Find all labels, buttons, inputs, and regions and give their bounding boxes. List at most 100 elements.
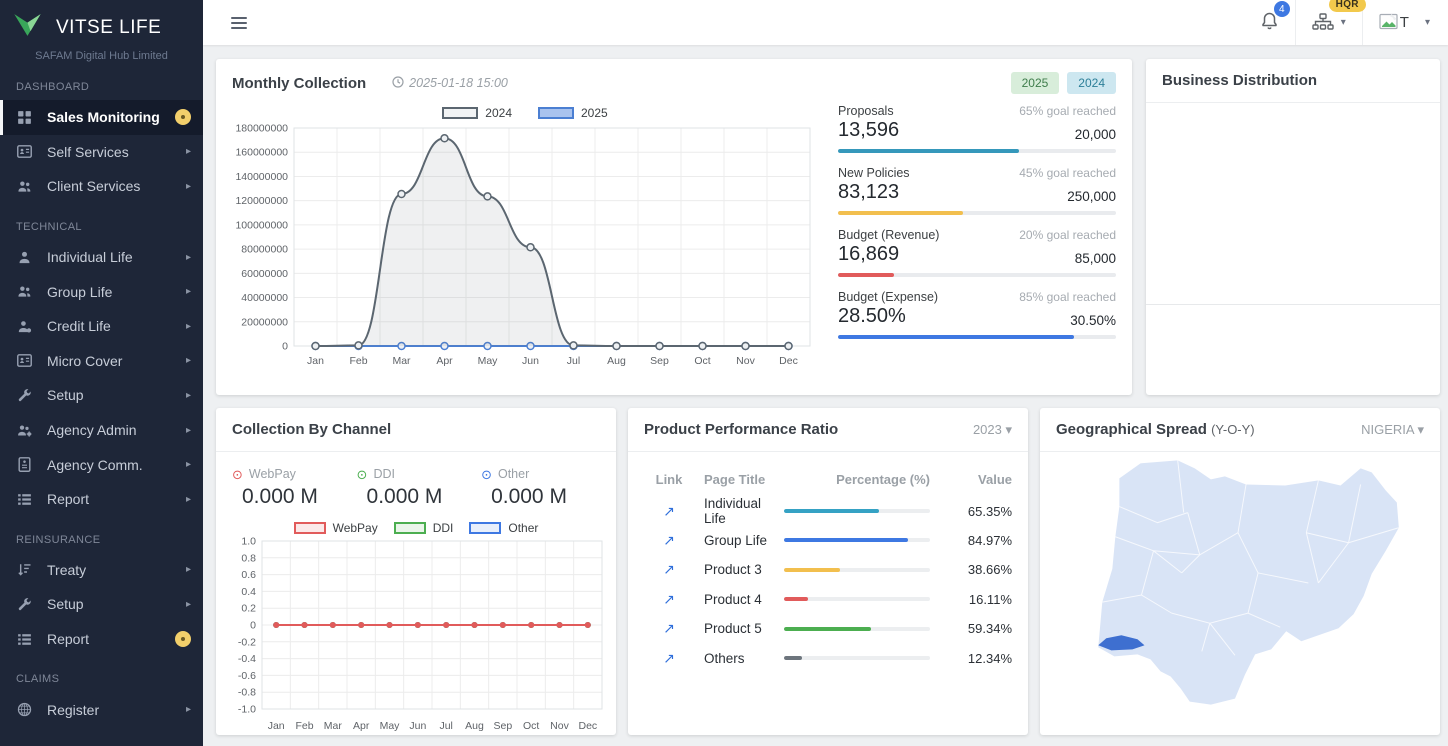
sidebar-item-treaty[interactable]: Treaty▸: [0, 553, 203, 588]
stat-goal: 85,000: [1075, 251, 1116, 266]
svg-text:Oct: Oct: [523, 720, 539, 732]
channel-stat-Other: ⊙ Other 0.000 M: [481, 467, 606, 509]
row-progress-bar: [784, 538, 930, 542]
external-link-icon[interactable]: ↗: [644, 650, 694, 667]
stat-label: Budget (Revenue): [838, 228, 939, 242]
target-icon: ⊙: [357, 468, 368, 481]
wrench-icon: [16, 596, 33, 613]
org-switcher-button[interactable]: HQR ▾: [1308, 9, 1350, 37]
year-button-2024[interactable]: 2024: [1067, 72, 1116, 94]
external-link-icon[interactable]: ↗: [644, 561, 694, 578]
performance-row: ↗Product 416.11%: [628, 585, 1028, 615]
org-chart-icon: [1312, 13, 1334, 33]
target-icon: ⊙: [481, 468, 492, 481]
svg-text:Nov: Nov: [736, 355, 755, 367]
year-filter-dropdown[interactable]: 2023 ▾: [973, 422, 1012, 438]
list-icon: [16, 491, 33, 508]
hq-badge: HQR: [1329, 0, 1366, 12]
channel-value: 0.000 M: [232, 485, 357, 509]
svg-text:Apr: Apr: [353, 720, 370, 732]
svg-text:-0.2: -0.2: [238, 636, 256, 648]
svg-text:160000000: 160000000: [235, 147, 288, 159]
chevron-right-icon: ▸: [186, 146, 191, 157]
year-buttons: 2025 2024: [1003, 72, 1116, 94]
sidebar-item-report[interactable]: Report: [0, 622, 203, 657]
year-button-2025[interactable]: 2025: [1011, 72, 1060, 94]
notification-dot-badge: [175, 631, 191, 647]
sidebar-item-label: Group Life: [47, 284, 186, 300]
sidebar-item-label: Micro Cover: [47, 353, 186, 369]
legend-item-Other: Other: [469, 521, 538, 535]
notifications-button[interactable]: 4: [1256, 7, 1283, 38]
sidebar-item-label: Credit Life: [47, 318, 186, 334]
business-distribution-empty-chart: [1146, 103, 1440, 305]
svg-text:Jun: Jun: [409, 720, 426, 732]
svg-text:0: 0: [250, 620, 256, 632]
row-value: 16.11%: [940, 592, 1012, 607]
row-title: Product 3: [704, 562, 774, 577]
divider: [1295, 0, 1296, 45]
sidebar-item-setup[interactable]: Setup▸: [0, 378, 203, 413]
sort-icon: [16, 561, 33, 578]
channel-label: DDI: [373, 467, 395, 481]
external-link-icon[interactable]: ↗: [644, 503, 694, 520]
sidebar-item-client-services[interactable]: Client Services▸: [0, 169, 203, 204]
user-menu-button[interactable]: T ▾: [1375, 9, 1434, 37]
goal-stat: Budget (Revenue)20% goal reached16,86985…: [838, 228, 1116, 277]
sidebar-item-register[interactable]: Register▸: [0, 692, 203, 727]
column-header: Page Title: [704, 472, 774, 487]
performance-row: ↗Individual Life65.35%: [628, 496, 1028, 526]
svg-text:0: 0: [282, 341, 288, 353]
sidebar-item-credit-life[interactable]: Credit Life▸: [0, 309, 203, 344]
chevron-right-icon: ▸: [186, 181, 191, 192]
svg-text:Oct: Oct: [694, 355, 710, 367]
sidebar-item-label: Individual Life: [47, 249, 186, 265]
chevron-down-icon: ▾: [1425, 17, 1430, 28]
people-icon: [16, 178, 33, 195]
svg-text:May: May: [380, 720, 401, 732]
channel-label: Other: [498, 467, 529, 481]
legend-swatch: [442, 107, 478, 119]
svg-text:Apr: Apr: [436, 355, 453, 367]
svg-text:Jan: Jan: [307, 355, 324, 367]
sidebar-item-report[interactable]: Report▸: [0, 482, 203, 517]
region-filter-dropdown[interactable]: NIGERIA ▾: [1361, 422, 1424, 438]
sidebar-item-individual-life[interactable]: Individual Life▸: [0, 240, 203, 275]
external-link-icon[interactable]: ↗: [644, 620, 694, 637]
sidebar-item-label: Treaty: [47, 562, 186, 578]
stat-goal: 20,000: [1075, 127, 1116, 142]
row-progress-bar: [784, 656, 930, 660]
monthly-collection-card: Monthly Collection 2025-01-18 15:00 2025…: [216, 59, 1132, 395]
sidebar-item-sales-monitoring[interactable]: Sales Monitoring: [0, 100, 203, 135]
product-performance-card: Product Performance Ratio 2023 ▾ Link Pa…: [628, 408, 1028, 735]
legend-swatch: [469, 522, 501, 534]
sidebar-item-agency-comm[interactable]: Agency Comm.▸: [0, 447, 203, 482]
stat-value: 16,869: [838, 243, 899, 266]
sidebar-item-agency-admin[interactable]: Agency Admin▸: [0, 413, 203, 448]
document-icon: [16, 456, 33, 473]
sidebar-item-self-services[interactable]: Self Services▸: [0, 135, 203, 170]
wrench-icon: [16, 387, 33, 404]
menu-toggle-button[interactable]: [227, 13, 251, 33]
svg-text:-0.6: -0.6: [238, 670, 256, 682]
collection-by-channel-card: Collection By Channel ⊙WebPay0.000 M⊙DDI…: [216, 408, 616, 735]
business-distribution-card: Business Distribution: [1146, 59, 1440, 395]
sidebar-item-label: Setup: [47, 387, 186, 403]
svg-text:80000000: 80000000: [241, 244, 288, 256]
channel-label: WebPay: [249, 467, 296, 481]
goal-stats: Proposals65% goal reached13,59620,000New…: [830, 98, 1132, 375]
svg-text:Jun: Jun: [522, 355, 539, 367]
sidebar-item-group-life[interactable]: Group Life▸: [0, 274, 203, 309]
chevron-right-icon: ▸: [186, 286, 191, 297]
sidebar-item-setup[interactable]: Setup▸: [0, 587, 203, 622]
channel-value: 0.000 M: [481, 485, 606, 509]
external-link-icon[interactable]: ↗: [644, 532, 694, 549]
stat-label: Budget (Expense): [838, 290, 938, 304]
performance-table-body: ↗Individual Life65.35%↗Group Life84.97%↗…: [628, 496, 1028, 673]
channel-legend: WebPayDDIOther: [216, 521, 616, 535]
people-gear-icon: [16, 422, 33, 439]
card-title: Collection By Channel: [232, 421, 391, 438]
external-link-icon[interactable]: ↗: [644, 591, 694, 608]
sidebar-item-micro-cover[interactable]: Micro Cover▸: [0, 344, 203, 379]
legend-label: DDI: [433, 521, 454, 535]
